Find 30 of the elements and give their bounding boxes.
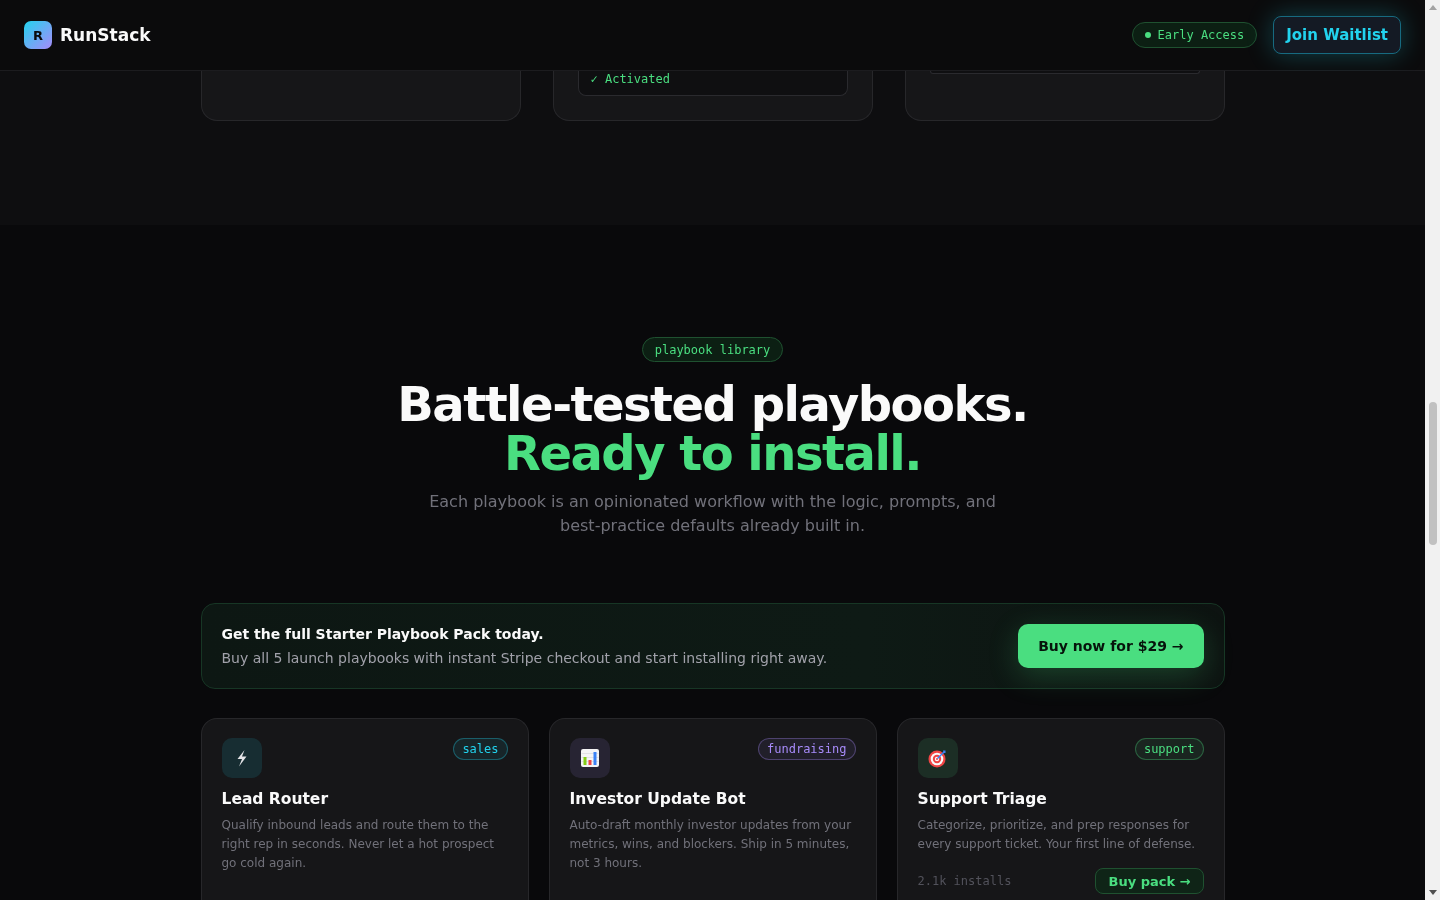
playbook-description: Auto-draft monthly investor updates from your metrics, wins, and blockers. Ship in 5 minutes, not 3 hours. [569,817,853,872]
bar-chart-icon [569,738,610,778]
install-count: 2.1k installs [917,874,1012,888]
scroll-down-arrow-icon[interactable] [1428,890,1437,895]
playbook-description: Qualify inbound leads and route them to the right rep in seconds. Never let a hot prospect go cold again. [221,817,496,872]
scrollbar-thumb[interactable] [1428,402,1437,545]
section-title: Battle-tested playbooks. [397,380,1028,429]
playbook-title: Support Triage [917,789,1048,810]
buy-now-button[interactable]: Buy now for $29 → [1018,624,1204,668]
section-subtitle: Each playbook is an opinionated workflow with the logic, prompts, and best-practice defaults already built in. [428,491,997,537]
brand-name: RunStack [60,25,151,45]
scroll-up-arrow-icon[interactable] [1428,5,1437,10]
category-tag: fundraising [758,738,856,760]
lightning-icon [221,738,262,778]
target-icon [917,738,958,778]
logo-mark: R [24,21,52,49]
banner-text: Buy all 5 launch playbooks with instant Stripe checkout and start installing right away. [221,649,828,668]
scrollbar[interactable] [1425,0,1440,900]
early-access-badge: Early Access [1131,22,1258,48]
category-tag: sales [453,738,508,760]
playbook-title: Lead Router [221,789,330,810]
status-dot-icon [1144,32,1151,38]
join-waitlist-button[interactable]: Join Waitlist [1273,16,1401,54]
status-panel: ✓ Activated [577,71,848,96]
section-badge: playbook library [641,337,784,362]
playbook-description: Categorize, prioritize, and prep responses for every support ticket. Your first line of defense. [917,817,1197,853]
banner-title: Get the full Starter Playbook Pack today. [221,625,545,644]
playbook-title: Investor Update Bot [569,789,747,810]
category-tag: support [1134,738,1204,760]
buy-pack-button[interactable]: Buy pack → [1095,868,1204,894]
